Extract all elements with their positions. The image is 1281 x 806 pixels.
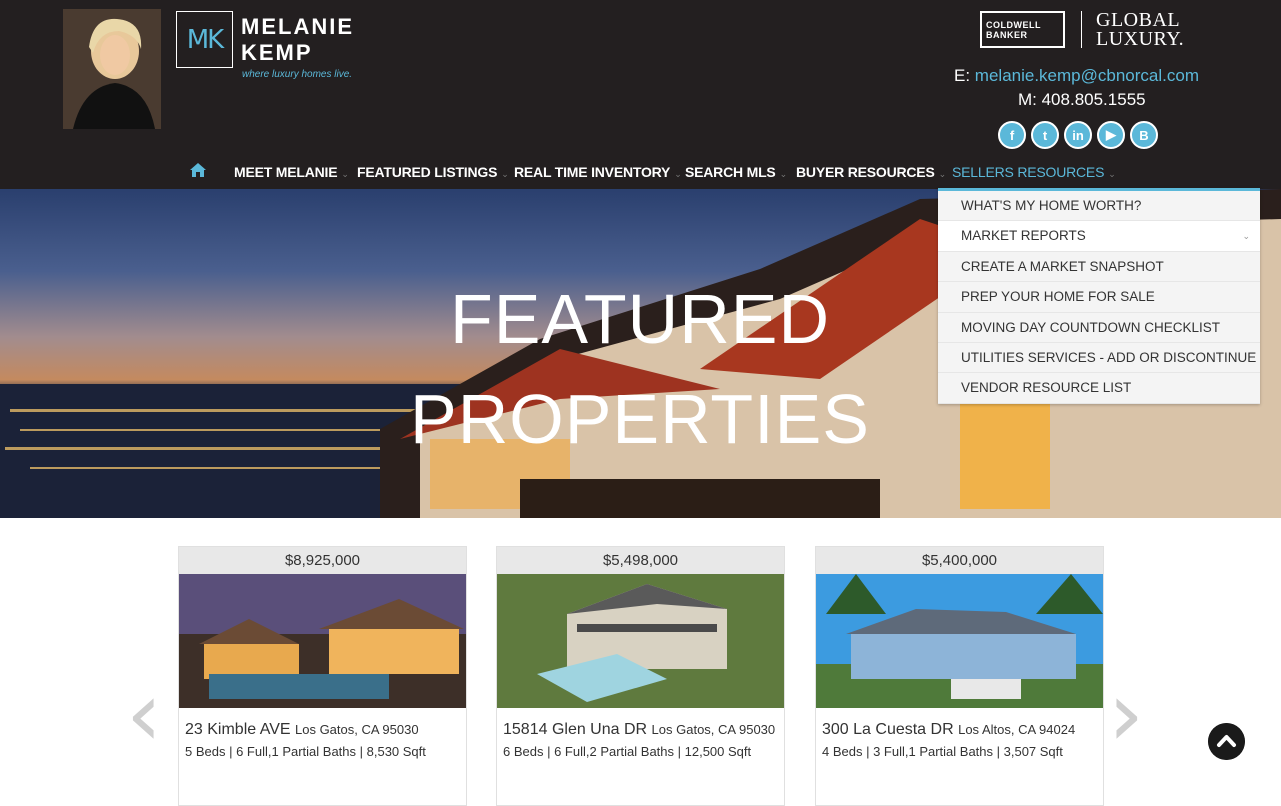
listing-city: Los Gatos, CA 95030 [651,722,776,737]
agent-photo [63,9,161,129]
nav-real-time-inventory[interactable]: REAL TIME INVENTORY ⌄ [514,164,682,180]
nav-label: REAL TIME INVENTORY [514,164,671,180]
nav-search-mls[interactable]: SEARCH MLS ⌄ [685,164,787,180]
chevron-down-icon: ⌄ [501,169,509,179]
listing-card[interactable]: $5,400,000 300 La Cuesta DR Los Altos, C… [815,546,1104,806]
gl-line2: LUXURY. [1096,28,1185,50]
global-luxury-logo: GLOBAL LUXURY. [1096,10,1185,50]
linkedin-icon[interactable]: in [1064,121,1092,149]
logo-monogram-box: MK [176,11,233,68]
nav-label: FEATURED LISTINGS [357,164,498,180]
listing-photo[interactable] [497,574,784,708]
dropdown-item-moving-checklist[interactable]: MOVING DAY COUNTDOWN CHECKLIST [938,312,1260,343]
dropdown-item-market-reports[interactable]: MARKET REPORTS ⌄ [938,221,1260,252]
hero-title-line2: PROPERTIES [410,380,870,458]
nav-label: SELLERS RESOURCES [952,164,1105,180]
blogger-icon[interactable]: B [1130,121,1158,149]
chevron-down-icon: ⌄ [1108,169,1116,179]
sellers-resources-dropdown: WHAT'S MY HOME WORTH? MARKET REPORTS ⌄ CR… [938,188,1260,404]
listing-price: $8,925,000 [179,547,466,574]
featured-listings-carousel: ‹ $8,925,000 23 Kimble AVE Los Gatos, CA… [0,518,1281,806]
nav-label: MEET MELANIE [234,164,338,180]
twitter-icon[interactable]: t [1031,121,1059,149]
social-links: f t in ▶ B [998,121,1158,149]
nav-meet-melanie[interactable]: MEET MELANIE ⌄ [234,164,349,180]
cb-line1: COLDWELL [986,20,1041,30]
listing-specs: 5 Beds | 6 Full,1 Partial Baths | 8,530 … [185,744,426,759]
listing-card[interactable]: $8,925,000 23 Kimble AVE Los Gatos, CA 9… [178,546,467,806]
scroll-to-top-icon[interactable] [1208,723,1245,760]
facebook-icon[interactable]: f [998,121,1026,149]
carousel-prev-icon[interactable]: ‹ [126,670,162,760]
dropdown-item-market-snapshot[interactable]: CREATE A MARKET SNAPSHOT [938,251,1260,283]
chevron-down-icon: ⌄ [1242,231,1250,242]
site-logo[interactable]: MK MELANIE KEMP where luxury homes live. [176,10,366,82]
coldwell-banker-logo: COLDWELL BANKER [980,11,1065,48]
dropdown-item-prep-home[interactable]: PREP YOUR HOME FOR SALE [938,282,1260,313]
listing-price: $5,400,000 [816,547,1103,574]
chevron-down-icon: ⌄ [674,169,682,179]
dropdown-item-utilities[interactable]: UTILITIES SERVICES - ADD OR DISCONTINUE [938,342,1260,374]
listing-address: 23 Kimble AVE Los Gatos, CA 95030 [179,713,466,741]
nav-featured-listings[interactable]: FEATURED LISTINGS ⌄ [357,164,509,180]
chevron-down-icon: ⌄ [779,169,788,179]
listing-address: 15814 Glen Una DR Los Gatos, CA 95030 [497,713,784,741]
email-label: E: [954,66,971,85]
nav-sellers-resources[interactable]: SELLERS RESOURCES ⌄ [952,164,1116,180]
logo-monogram: MK [186,24,225,55]
contact-email: E: melanie.kemp@cbnorcal.com [954,66,1199,86]
logo-tagline: where luxury homes live. [242,69,353,80]
dropdown-item-home-worth[interactable]: WHAT'S MY HOME WORTH? [938,191,1260,222]
nav-buyer-resources[interactable]: BUYER RESOURCES ⌄ [796,164,946,180]
listing-street: 300 La Cuesta DR [822,721,954,738]
cb-line2: BANKER [986,30,1028,40]
listing-photo[interactable] [179,574,466,708]
hero-title-line1: FEATURED [449,280,831,358]
dropdown-item-vendor-list[interactable]: VENDOR RESOURCE LIST [938,373,1260,404]
listing-street: 23 Kimble AVE [185,721,291,738]
chevron-down-icon: ⌄ [341,169,349,179]
listing-city: Los Gatos, CA 95030 [295,722,419,737]
listing-city: Los Altos, CA 94024 [958,722,1076,737]
youtube-icon[interactable]: ▶ [1097,121,1125,149]
listing-price: $5,498,000 [497,547,784,574]
agent-name-last: KEMP [241,40,313,65]
listing-specs: 6 Beds | 6 Full,2 Partial Baths | 12,500… [503,744,752,759]
chevron-down-icon: ⌄ [938,169,947,179]
carousel-next-icon[interactable]: › [1108,670,1144,760]
listing-specs: 4 Beds | 3 Full,1 Partial Baths | 3,507 … [822,744,1063,759]
listing-address: 300 La Cuesta DR Los Altos, CA 94024 [816,713,1103,741]
nav-label: SEARCH MLS [685,164,776,180]
brand-divider [1081,11,1082,48]
contact-mobile: M: 408.805.1555 [1018,90,1146,109]
hero-title: FEATURED PROPERTIES [380,269,900,469]
main-nav: MEET MELANIE ⌄ FEATURED LISTINGS ⌄ REAL TI… [0,156,1281,189]
agent-name-first: MELANIE [241,14,354,39]
email-link[interactable]: melanie.kemp@cbnorcal.com [975,66,1199,85]
brokerage-logo[interactable]: COLDWELL BANKER GLOBAL LUXURY. [980,10,1190,50]
nav-label: BUYER RESOURCES [796,164,935,180]
dropdown-label: MARKET REPORTS [961,228,1086,244]
listing-card[interactable]: $5,498,000 15814 Glen Una DR Los Gatos, … [496,546,785,806]
listing-photo[interactable] [816,574,1103,708]
listing-street: 15814 Glen Una DR [503,721,648,738]
